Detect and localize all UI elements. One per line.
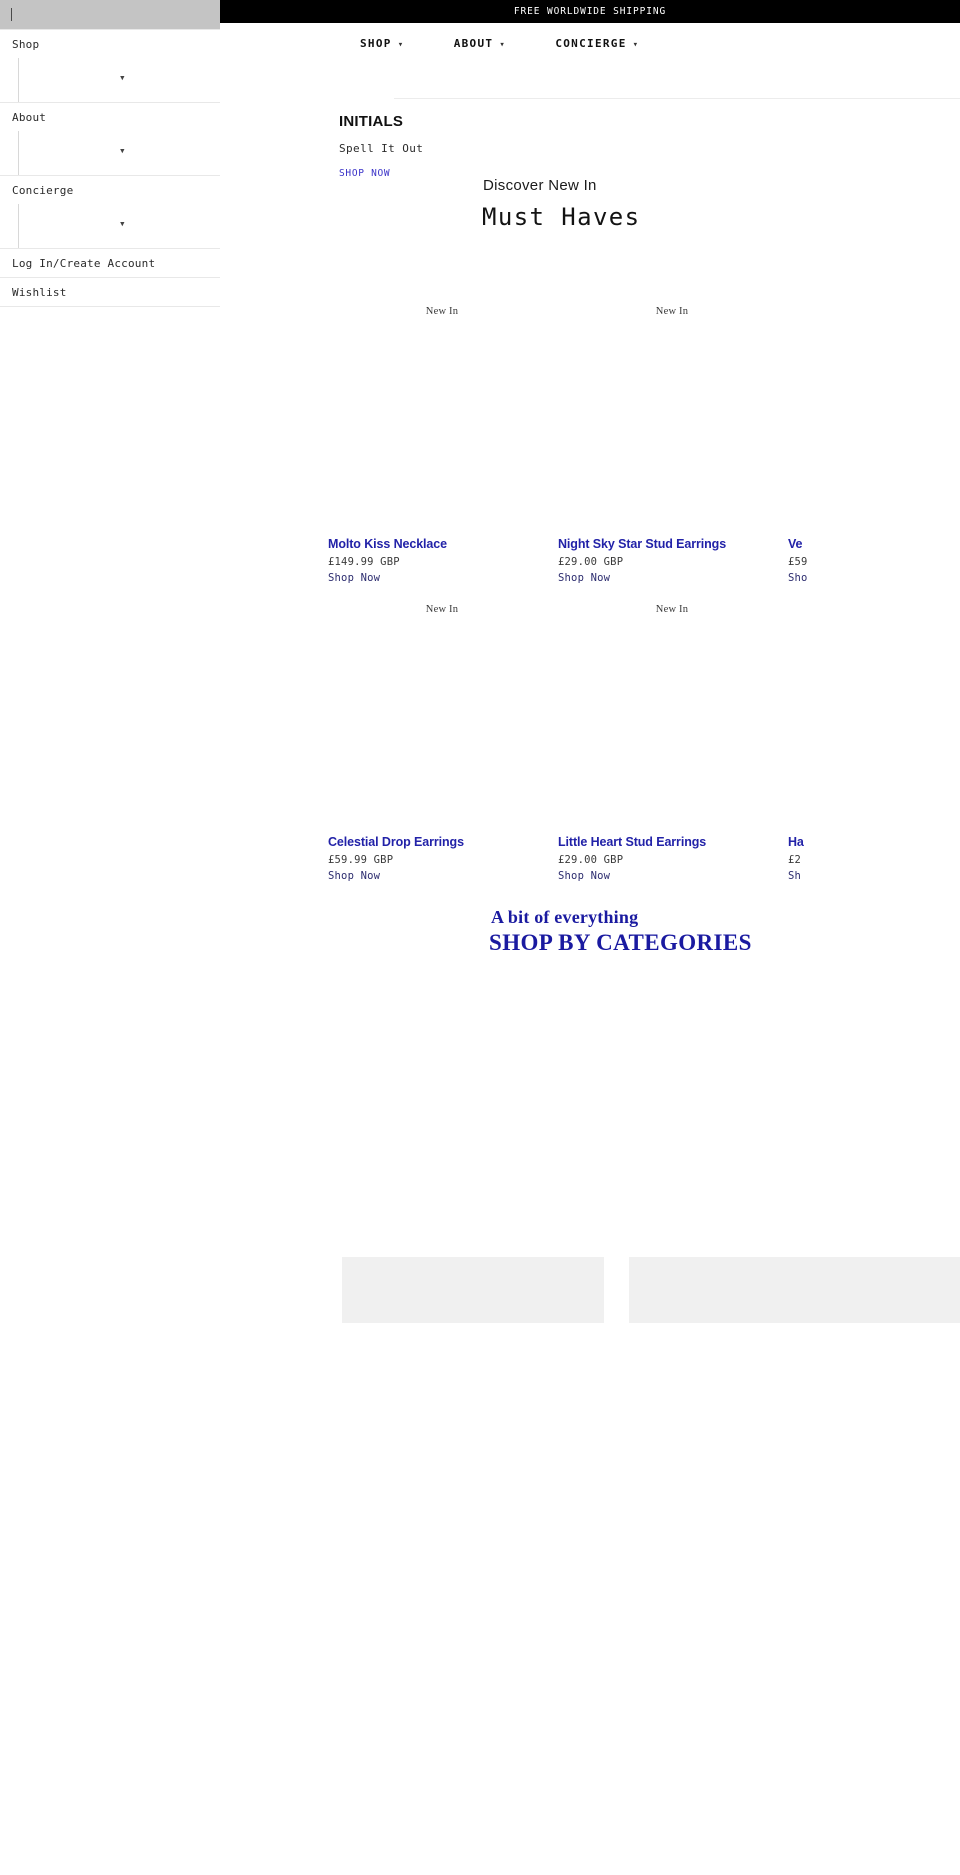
announcement-bar: FREE WORLDWIDE SHIPPING [220,0,960,23]
product-price: £29.00 GBP [558,556,624,568]
nav-item-shop[interactable]: SHOP ▾ [360,37,404,50]
product-grid-row-1: New In Molto Kiss Necklace £149.99 GBP S… [328,306,960,590]
chevron-down-icon: ▾ [397,39,405,50]
product-image[interactable] [558,618,786,830]
product-title[interactable]: Little Heart Stud Earrings [558,835,706,849]
nav-item-about[interactable]: ABOUT ▾ [454,37,506,50]
sidebar-submenu-concierge: ▾ [18,204,214,248]
chevron-down-icon: ▾ [632,39,640,50]
sidebar-group-shop: Shop ▾ [0,29,220,103]
sidebar-drawer: Shop ▾ About ▾ Concierge ▾ Log In/Create… [0,0,220,1875]
status-badge: New In [425,306,459,317]
sidebar-group-concierge: Concierge ▾ [0,176,220,249]
text-cursor-icon [11,8,12,21]
must-haves-eyebrow: Discover New In [483,177,597,194]
sidebar-item-login[interactable]: Log In/Create Account [6,249,214,277]
product-price: £59.99 GBP [328,854,394,866]
main-navigation: SHOP ▾ ABOUT ▾ CONCIERGE ▾ [220,23,960,63]
sidebar-submenu-about: ▾ [18,131,214,175]
header-divider [394,98,960,99]
product-title[interactable]: Night Sky Star Stud Earrings [558,537,726,551]
hero-title: INITIALS [339,113,404,130]
page-root: FREE WORLDWIDE SHIPPING SHOP ▾ ABOUT ▾ C… [0,0,960,1875]
sidebar-item-login-label: Log In/Create Account [12,256,156,270]
product-shop-now-link[interactable]: Shop Now [558,870,610,882]
status-badge: New In [655,306,689,317]
must-haves-title: Must Haves [482,203,641,231]
sidebar-submenu-shop: ▾ [18,58,214,102]
chevron-down-icon: ▾ [499,39,507,50]
product-shop-now-link[interactable]: Sh [788,870,801,882]
product-image[interactable] [788,618,960,830]
product-image[interactable] [328,320,556,532]
hero-initials-block: INITIALS Spell It Out SHOP NOW [339,113,659,180]
sidebar-item-concierge-label: Concierge [12,183,74,197]
product-title[interactable]: Ha [788,835,804,849]
sidebar-item-about-label: About [12,110,47,124]
product-shop-now-link[interactable]: Shop Now [328,870,380,882]
category-tile[interactable] [629,1257,960,1323]
chevron-down-icon[interactable]: ▾ [119,144,126,157]
sidebar-item-wishlist-label: Wishlist [12,285,67,299]
product-price: £59 [788,556,808,568]
product-image[interactable] [328,618,556,830]
product-price: £2 [788,854,802,866]
product-shop-now-link[interactable]: Sho [788,572,808,584]
sidebar-item-wishlist[interactable]: Wishlist [6,278,214,306]
hero-shop-now-link[interactable]: SHOP NOW [339,168,390,179]
product-image[interactable] [558,320,786,532]
hero-subtitle: Spell It Out [339,142,424,155]
nav-item-shop-label: SHOP [360,36,392,50]
sidebar-item-about[interactable]: About [6,103,214,131]
product-image[interactable] [788,320,960,532]
sidebar-item-shop-label: Shop [12,37,40,51]
nav-item-concierge[interactable]: CONCIERGE ▾ [555,37,638,50]
sidebar-item-concierge[interactable]: Concierge [6,176,214,204]
product-shop-now-link[interactable]: Shop Now [328,572,380,584]
drawer-menu: Shop ▾ About ▾ Concierge ▾ Log In/Create… [0,29,220,307]
categories-title: SHOP BY CATEGORIES [489,930,752,955]
product-title[interactable]: Ve [788,537,803,551]
chevron-down-icon[interactable]: ▾ [119,217,126,230]
product-grid-row-2: New In Celestial Drop Earrings £59.99 GB… [328,604,960,888]
announcement-text: FREE WORLDWIDE SHIPPING [513,6,667,17]
product-price: £29.00 GBP [558,854,624,866]
status-badge: New In [655,604,689,615]
search-input[interactable] [0,0,220,29]
categories-eyebrow: A bit of everything [491,907,639,927]
product-price: £149.99 GBP [328,556,400,568]
chevron-down-icon[interactable]: ▾ [119,71,126,84]
product-title[interactable]: Molto Kiss Necklace [328,537,447,551]
product-shop-now-link[interactable]: Shop Now [558,572,610,584]
sidebar-account-row: Log In/Create Account [0,249,220,278]
sidebar-item-shop[interactable]: Shop [6,30,214,58]
product-title[interactable]: Celestial Drop Earrings [328,835,464,849]
status-badge: New In [425,604,459,615]
sidebar-wishlist-row: Wishlist [0,278,220,307]
category-tile[interactable] [342,1257,604,1323]
sidebar-group-about: About ▾ [0,103,220,176]
nav-item-about-label: ABOUT [453,36,494,50]
nav-item-concierge-label: CONCIERGE [555,36,627,50]
